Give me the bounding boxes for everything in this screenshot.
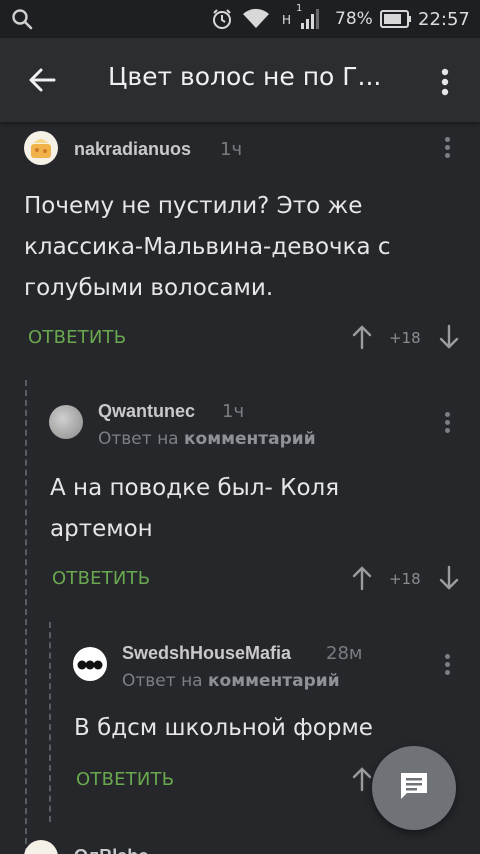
comment: ОлBlabc <box>0 836 480 854</box>
signal-icon <box>300 0 320 38</box>
more-vert-icon[interactable] <box>445 137 451 159</box>
thread-line <box>25 380 27 854</box>
reply-button[interactable]: ОТВЕТИТЬ <box>28 327 126 348</box>
battery-percent: 78% <box>335 9 373 29</box>
clock: 22:57 <box>418 8 470 30</box>
reply-button[interactable]: ОТВЕТИТЬ <box>76 769 174 790</box>
reply-to[interactable]: Ответ на комментарий <box>98 429 316 449</box>
avatar[interactable] <box>24 840 58 854</box>
alarm-icon <box>210 0 234 38</box>
comment-time: 1ч <box>220 139 243 160</box>
status-bar: H 1 78% 22:57 <box>0 0 480 38</box>
network-label: H <box>282 13 292 27</box>
search-icon[interactable] <box>10 0 34 38</box>
comment-author[interactable]: SwedshHouseMafia <box>122 643 291 664</box>
comment-icon <box>397 769 431 808</box>
arrow-up-icon[interactable] <box>351 766 373 792</box>
comment-text: В бдсм школьной форме <box>74 715 373 741</box>
comment-rating: +18 <box>389 570 421 588</box>
arrow-left-icon[interactable] <box>26 64 58 96</box>
arrow-up-icon[interactable] <box>351 324 373 350</box>
reply-to[interactable]: Ответ на комментарий <box>122 671 340 691</box>
wifi-icon <box>242 0 270 38</box>
page-title: Цвет волос не по Г... <box>108 62 382 91</box>
comment-text: Почему не пустили? Это же классика-Мальв… <box>24 193 391 301</box>
arrow-up-icon[interactable] <box>351 565 373 591</box>
comment-time: 1ч <box>222 401 245 422</box>
comment-author[interactable]: nakradianuos <box>74 139 191 160</box>
add-comment-button[interactable] <box>372 746 456 830</box>
app-bar: Цвет волос не по Г... <box>0 38 480 122</box>
avatar[interactable] <box>73 647 107 681</box>
more-vert-icon[interactable] <box>441 68 449 96</box>
comment-time: 28м <box>326 643 363 664</box>
comment-author[interactable]: Qwantunec <box>98 401 195 422</box>
more-vert-icon[interactable] <box>445 412 451 434</box>
arrow-down-icon[interactable] <box>438 565 460 591</box>
arrow-down-icon[interactable] <box>438 324 460 350</box>
battery-icon <box>380 0 412 38</box>
avatar[interactable] <box>24 131 58 165</box>
thread-line <box>49 622 51 822</box>
avatar[interactable] <box>49 405 83 439</box>
reply-button[interactable]: ОТВЕТИТЬ <box>52 568 150 589</box>
comment-author[interactable]: ОлBlabc <box>74 846 148 854</box>
comment-text: А на поводке был- Коля артемон <box>50 475 340 542</box>
comment-rating: +18 <box>389 329 421 347</box>
more-vert-icon[interactable] <box>445 654 451 676</box>
